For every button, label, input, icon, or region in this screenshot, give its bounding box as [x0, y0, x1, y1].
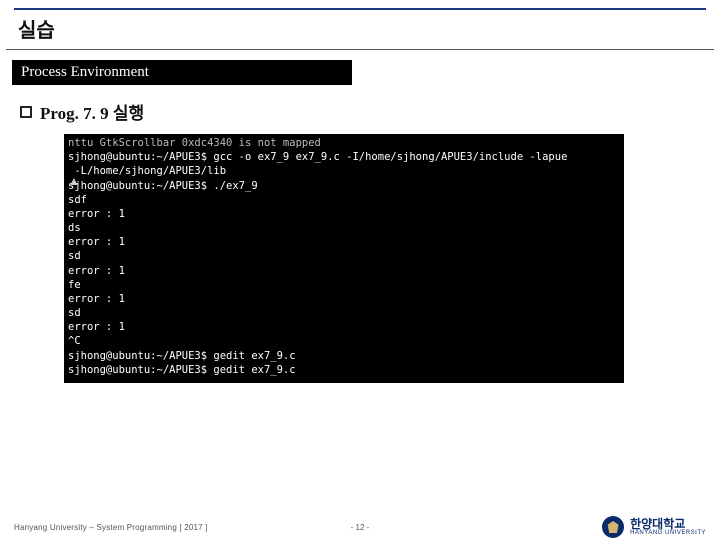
square-bullet-icon — [20, 106, 32, 118]
section-label-box: Process Environment — [12, 60, 352, 85]
terminal-screenshot: nttu GtkScrollbar 0xdc4340 is not mapped… — [64, 134, 672, 383]
terminal-line: ds — [68, 221, 620, 235]
terminal-line: error : 1 — [68, 320, 620, 334]
terminal-line: fe — [68, 278, 620, 292]
terminal-line: sjhong@ubuntu:~/APUE3$ gedit ex7_9.c — [68, 363, 620, 377]
terminal-line: nttu GtkScrollbar 0xdc4340 is not mapped — [68, 136, 620, 150]
terminal-line: sd — [68, 249, 620, 263]
logo-lion-icon — [607, 521, 619, 533]
terminal-line: sdf — [68, 193, 620, 207]
terminal-line: sjhong@ubuntu:~/APUE3$ ./ex7_9 — [68, 179, 620, 193]
bullet-text: Prog. 7. 9 실행 — [40, 99, 144, 124]
logo-korean: 한양대학교 — [630, 518, 706, 530]
footer: Hanyang University – System Programming … — [0, 516, 720, 538]
terminal: nttu GtkScrollbar 0xdc4340 is not mapped… — [64, 134, 624, 383]
page-number: - 12 - — [351, 523, 370, 532]
terminal-line: -L/home/sjhong/APUE3/lib — [68, 164, 620, 178]
logo-emblem-icon — [602, 516, 624, 538]
terminal-line: ^C — [68, 334, 620, 348]
section-label: Process Environment — [21, 64, 149, 80]
logo-english: HANYANG UNIVERSITY — [630, 530, 706, 536]
university-logo: 한양대학교 HANYANG UNIVERSITY — [602, 516, 706, 538]
slide-title: 실습 — [0, 10, 720, 49]
logo-text: 한양대학교 HANYANG UNIVERSITY — [630, 518, 706, 536]
terminal-line: error : 1 — [68, 207, 620, 221]
terminal-line: error : 1 — [68, 292, 620, 306]
terminal-line: error : 1 — [68, 264, 620, 278]
terminal-line: error : 1 — [68, 235, 620, 249]
footer-attribution: Hanyang University – System Programming … — [14, 523, 208, 532]
title-underline — [6, 49, 714, 50]
terminal-line: sjhong@ubuntu:~/APUE3$ gcc -o ex7_9 ex7_… — [68, 150, 620, 164]
bullet-row: Prog. 7. 9 실행 — [20, 99, 720, 124]
terminal-line: sjhong@ubuntu:~/APUE3$ gedit ex7_9.c — [68, 349, 620, 363]
terminal-line: sd — [68, 306, 620, 320]
